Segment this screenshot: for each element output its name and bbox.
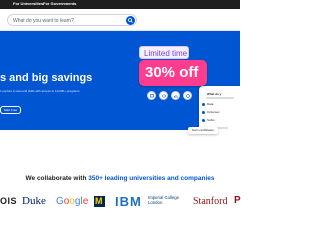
chart-icon [171,91,180,100]
michigan-logo: M [94,196,105,207]
illinois-logo: OIS [0,196,18,206]
search-input[interactable] [13,17,113,24]
google-logo: Google [56,196,89,207]
certificate-icon [147,91,156,100]
discount-badge: 30% off [139,60,207,86]
hero-subtext: s explore in-demand skills with access t… [0,89,80,93]
duke-logo: Duke [22,195,46,207]
card-item-software[interactable]: Softw [207,118,215,122]
hero-headline: s and big savings [0,72,93,84]
stanford-logo: Stanford [193,196,228,207]
limited-time-badge: Limited time [139,46,189,59]
partner-logo-partial: P [234,195,241,206]
imperial-college-logo: Imperial College London [148,195,180,205]
bullet-icon [202,119,205,122]
for-governments-link[interactable]: For Governments [43,1,76,6]
learning-card: What do y Data Cybersec Softw [199,86,240,130]
collaborate-heading: We collaborate with 350+ leading univers… [0,175,240,182]
header [0,9,240,31]
ibm-logo: IBM [115,194,142,209]
globe-icon [183,91,192,100]
earn-certificates-tag: Earn certificates [188,127,218,134]
limited-time-label: Limited time [144,49,188,58]
discount-label: 30% off [145,64,199,81]
card-item-cybersec[interactable]: Cybersec [207,110,220,114]
code-icon [159,91,168,100]
search-box [7,14,137,26]
bullet-icon [202,103,205,106]
card-title: What do y [207,92,222,96]
card-item-data[interactable]: Data [207,102,213,106]
collaborate-prefix: We collaborate with [25,175,89,182]
top-utility-bar: For Universities For Governments [0,0,240,9]
bullet-icon [202,111,205,114]
search-button[interactable] [126,16,135,25]
collaborate-highlight: 350+ leading universities and companies [88,175,215,182]
for-universities-link[interactable]: For Universities [13,1,43,6]
hero-cta-button[interactable]: Start Free [0,106,21,114]
card-divider [206,97,234,99]
search-icon [128,18,133,23]
